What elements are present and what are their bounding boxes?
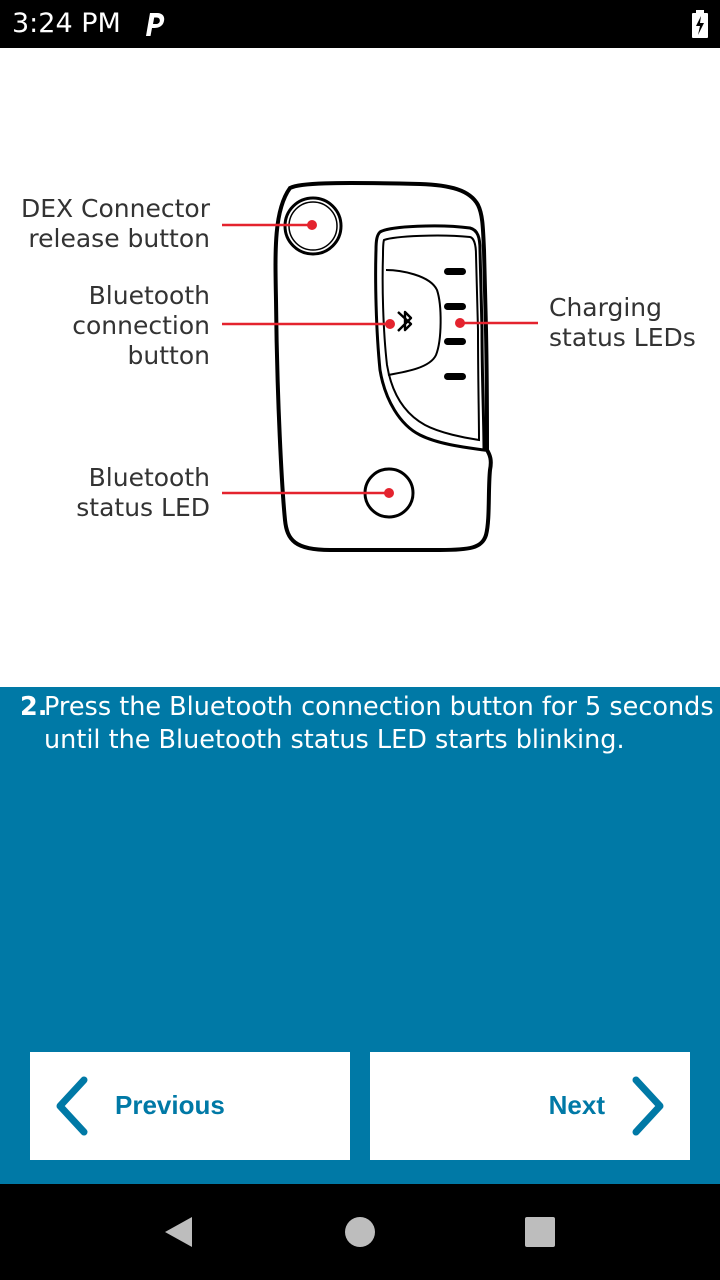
chevron-right-icon bbox=[632, 1076, 664, 1136]
callout-bt-connection: Bluetooth connection button bbox=[72, 281, 210, 370]
battery-charging-icon bbox=[692, 10, 708, 38]
back-icon[interactable] bbox=[162, 1216, 194, 1248]
home-icon[interactable] bbox=[344, 1216, 376, 1248]
callout-dex-release: DEX Connector release button bbox=[20, 194, 210, 253]
step-text: Press the Bluetooth connection button fo… bbox=[44, 692, 714, 755]
chevron-left-icon bbox=[56, 1076, 88, 1136]
previous-button[interactable]: Previous bbox=[30, 1052, 350, 1160]
status-bar: 3:24 PM bbox=[0, 0, 720, 48]
next-button[interactable]: Next bbox=[370, 1052, 690, 1160]
device-illustration: DEX Connector release button Bluetooth c… bbox=[0, 48, 720, 687]
recents-icon[interactable] bbox=[524, 1216, 556, 1248]
callout-bt-status: Bluetooth status LED bbox=[76, 463, 210, 522]
system-nav-bar bbox=[0, 1184, 720, 1280]
previous-button-label: Previous bbox=[115, 1090, 225, 1120]
callout-charging: Charging status LEDs bbox=[549, 293, 696, 352]
instructions-panel: 2. Press the Bluetooth connection button… bbox=[0, 687, 720, 1184]
next-button-label: Next bbox=[548, 1090, 605, 1120]
parking-icon bbox=[146, 13, 165, 36]
status-time: 3:24 PM bbox=[12, 8, 121, 39]
